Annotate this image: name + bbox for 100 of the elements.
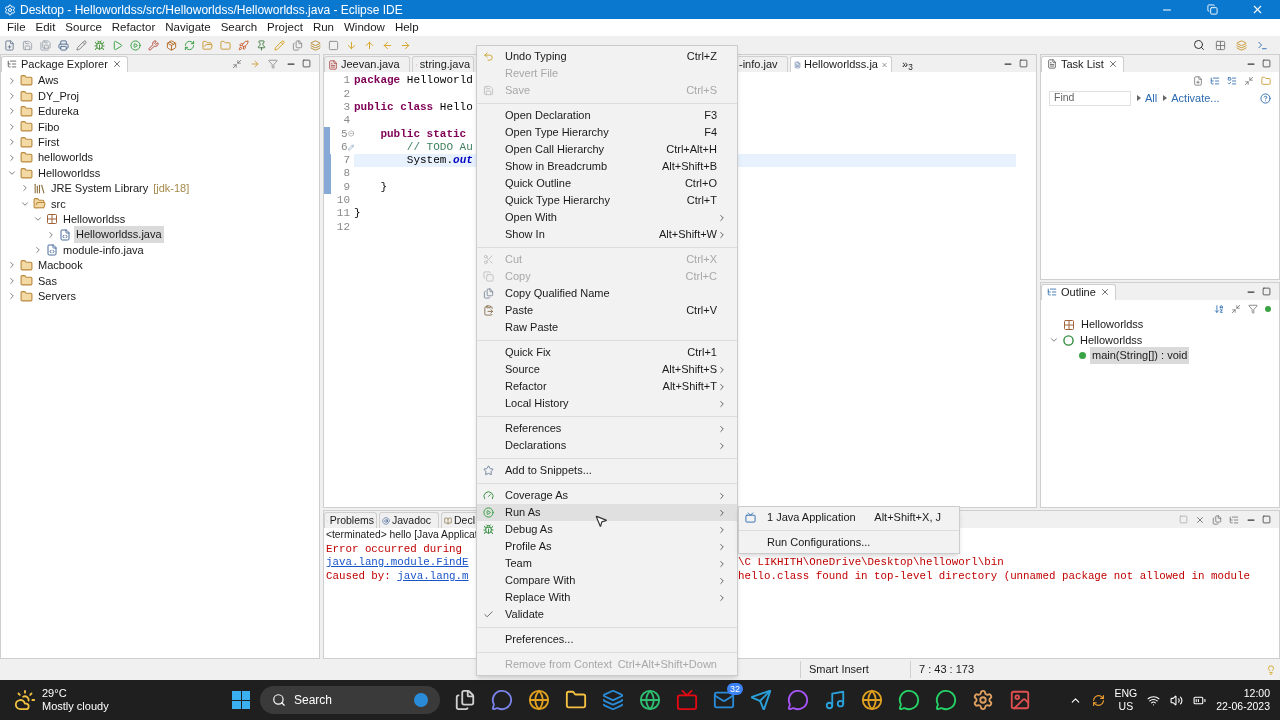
menu-item[interactable]: Refactor — [106, 18, 161, 37]
list-icon[interactable] — [1229, 514, 1239, 525]
printer-icon[interactable] — [58, 39, 69, 51]
chevron-right-icon[interactable] — [7, 260, 17, 271]
menu-item[interactable]: Paste Ctrl+V — [477, 302, 737, 319]
tree-item[interactable]: Helloworldss — [61, 210, 128, 228]
pin-icon[interactable] — [256, 39, 267, 51]
menu-item[interactable]: Help — [389, 18, 424, 37]
music-icon[interactable] — [824, 689, 846, 711]
chevron-right-icon[interactable] — [7, 121, 17, 132]
find-field[interactable]: Find — [1049, 90, 1131, 106]
tree-item[interactable]: Helloworldss — [36, 164, 103, 182]
maximize-icon[interactable] — [1262, 287, 1271, 296]
editor-tab[interactable]: -info.jav — [736, 56, 788, 72]
tree-item[interactable]: Servers — [36, 287, 78, 305]
menu-item[interactable]: Quick Type Hierarchy Ctrl+T — [477, 192, 737, 209]
maximize-icon[interactable] — [1019, 59, 1028, 68]
menu-item[interactable]: Project — [262, 18, 308, 37]
menu-item[interactable]: Local History — [477, 395, 737, 412]
remove-icon[interactable] — [1195, 514, 1205, 525]
view-tab[interactable]: Task List — [1041, 55, 1124, 72]
tree-item[interactable]: src — [49, 195, 68, 213]
tree-item[interactable]: Fibo — [36, 118, 62, 136]
menu-item[interactable]: Preferences... — [477, 631, 737, 648]
square-icon[interactable] — [328, 39, 339, 51]
layers-icon[interactable] — [310, 39, 321, 51]
tree-item[interactable]: Edureka — [36, 103, 81, 120]
grid-icon[interactable] — [1215, 39, 1226, 51]
menu-item[interactable]: References — [477, 420, 737, 437]
globe-icon[interactable] — [639, 689, 661, 711]
chevron-right-icon[interactable] — [7, 291, 17, 302]
globe-icon[interactable] — [528, 689, 550, 711]
chevron-right-icon[interactable] — [7, 137, 17, 148]
tv-icon[interactable] — [676, 689, 698, 711]
cloud-sun-icon[interactable] — [14, 689, 36, 711]
folder-icon[interactable] — [565, 689, 587, 711]
arrow-down-icon[interactable] — [346, 39, 357, 51]
menu-item[interactable]: Copy Qualified Name — [477, 285, 737, 302]
list-icon[interactable] — [1227, 75, 1237, 86]
menu-item[interactable]: Team — [477, 555, 737, 572]
chat-icon[interactable] — [935, 689, 957, 711]
menu-item[interactable]: Add to Snippets... — [477, 462, 737, 479]
menu-item[interactable]: Undo Typing Ctrl+Z — [477, 48, 737, 65]
close-icon[interactable] — [111, 59, 122, 69]
restore-icon[interactable] — [1207, 4, 1218, 15]
menu-item[interactable]: Run — [307, 18, 339, 37]
pencil-icon[interactable] — [76, 39, 87, 51]
maximize-icon[interactable] — [302, 59, 311, 68]
tree-item[interactable]: Aws — [36, 72, 61, 89]
package-icon[interactable] — [166, 39, 177, 51]
tree-item[interactable]: Helloworldss.java — [74, 226, 164, 243]
menu-item[interactable]: Source — [60, 18, 107, 37]
menu-item[interactable]: Coverage As — [477, 487, 737, 504]
filter-link[interactable]: All — [1145, 89, 1158, 107]
menu-item[interactable]: Refactor Alt+Shift+T — [477, 378, 737, 395]
chevron-right-icon[interactable] — [7, 106, 17, 117]
outline-item[interactable]: main(String[]) : void — [1090, 347, 1190, 364]
files-icon[interactable] — [1212, 514, 1222, 525]
play-circle-icon[interactable] — [130, 39, 141, 51]
menu-item[interactable]: Run As — [477, 504, 737, 521]
arrow-up-icon[interactable] — [364, 39, 375, 51]
menu-item[interactable]: Open Call Hierarchy Ctrl+Alt+H — [477, 141, 737, 158]
lightbulb-icon[interactable] — [1266, 664, 1276, 675]
tree-item[interactable]: DY_Proj — [36, 87, 81, 105]
menu-item[interactable]: Declarations — [477, 437, 737, 454]
gear-icon[interactable] — [972, 689, 994, 711]
save-icon[interactable] — [22, 39, 33, 51]
chat-icon[interactable] — [787, 689, 809, 711]
filter-icon[interactable] — [1248, 303, 1258, 314]
collapse-icon[interactable] — [1231, 303, 1241, 314]
wrench-icon[interactable] — [148, 39, 159, 51]
tree-item[interactable]: helloworlds — [36, 149, 96, 166]
picture-icon[interactable] — [1009, 689, 1031, 711]
menu-item[interactable]: Validate — [477, 606, 737, 623]
menu-item[interactable]: Source Alt+Shift+S — [477, 361, 737, 378]
files-icon[interactable] — [292, 39, 303, 51]
view-tab[interactable]: Outline — [1041, 283, 1116, 300]
menu-item[interactable]: Edit — [30, 18, 61, 37]
menu-item[interactable]: Replace With — [477, 589, 737, 606]
view-tab[interactable]: Problems — [324, 512, 377, 528]
menu-item[interactable]: 1 Java Application Alt+Shift+X, J — [739, 509, 959, 526]
maximize-icon[interactable] — [1262, 515, 1271, 524]
wifi-icon[interactable] — [1147, 693, 1161, 707]
arrow-right-icon[interactable] — [400, 39, 411, 51]
list-icon[interactable] — [1210, 75, 1220, 86]
maximize-icon[interactable] — [1262, 59, 1271, 68]
language-indicator[interactable]: ENG — [1114, 687, 1138, 700]
chevron-right-icon[interactable] — [7, 275, 17, 286]
editor-tab[interactable]: Jeevan.java — [324, 56, 410, 72]
menu-item[interactable]: Compare With — [477, 572, 737, 589]
chevron-right-icon[interactable] — [7, 91, 17, 102]
send-icon[interactable] — [750, 689, 772, 711]
outline-item[interactable]: Helloworldss — [1079, 316, 1146, 333]
menu-item[interactable]: Run Configurations... — [739, 534, 959, 551]
tree-item[interactable]: Sas — [36, 272, 59, 290]
menu-item[interactable]: Open Type Hierarchy F4 — [477, 124, 737, 141]
volume-icon[interactable] — [1170, 693, 1184, 707]
menu-item[interactable]: Profile As — [477, 538, 737, 555]
menu-item[interactable]: Open With — [477, 209, 737, 226]
editor-tab[interactable]: string.java — [412, 56, 474, 72]
